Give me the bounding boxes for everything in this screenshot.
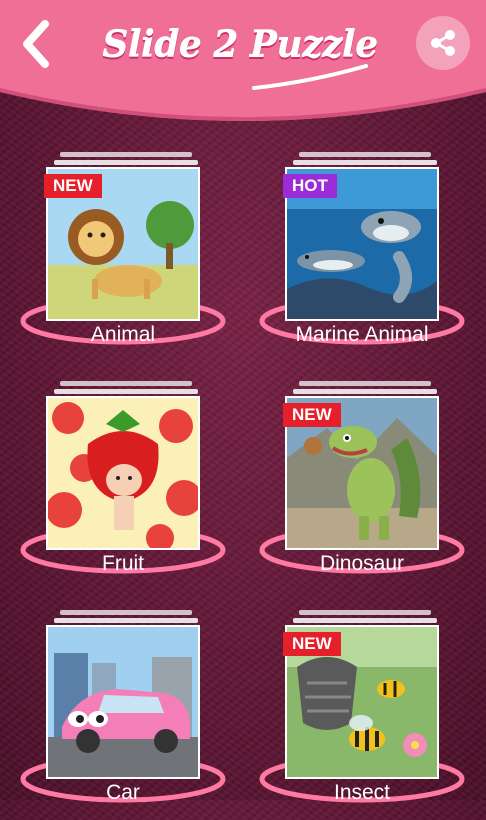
chevron-left-icon [23, 20, 49, 68]
card-stack-edge [60, 610, 192, 615]
card-stack-edge [293, 160, 437, 165]
title-swoosh-decoration [252, 64, 368, 90]
badge-hot: HOT [283, 174, 337, 198]
category-label: Car [106, 781, 140, 804]
card-stack-edge [299, 381, 431, 386]
category-card-dinosaur[interactable]: NEW Dinosaur [259, 381, 486, 591]
card-stack-edge [293, 389, 437, 394]
category-label: Fruit [102, 552, 144, 575]
share-button[interactable] [416, 16, 470, 70]
card-stack-edge [54, 160, 198, 165]
category-card-marine-animal[interactable]: HOT Marine Animal [259, 152, 486, 362]
category-label: Dinosaur [319, 552, 405, 575]
category-thumbnail-car [46, 625, 200, 779]
category-card-car[interactable]: Car [20, 610, 266, 820]
share-icon [431, 30, 455, 56]
card-stack-edge [299, 610, 431, 615]
card-stack-edge [54, 618, 198, 623]
card-stack-edge [60, 381, 192, 386]
app-header: Slide 2 Puzzle [0, 0, 486, 125]
category-label: Animal [90, 323, 156, 346]
card-stack-edge [293, 618, 437, 623]
category-card-animal[interactable]: NEW Animal [20, 152, 266, 362]
card-stack-edge [54, 389, 198, 394]
category-card-insect[interactable]: NEW Insect [259, 610, 486, 820]
badge-new: NEW [44, 174, 102, 198]
badge-new: NEW [283, 403, 341, 427]
back-button[interactable] [14, 14, 58, 74]
category-label: Insect [333, 781, 391, 804]
badge-new: NEW [283, 632, 341, 656]
card-stack-edge [60, 152, 192, 157]
category-label: Marine Animal [295, 323, 429, 346]
category-card-fruit[interactable]: Fruit [20, 381, 266, 591]
card-stack-edge [299, 152, 431, 157]
category-thumbnail-strawberry [46, 396, 200, 550]
